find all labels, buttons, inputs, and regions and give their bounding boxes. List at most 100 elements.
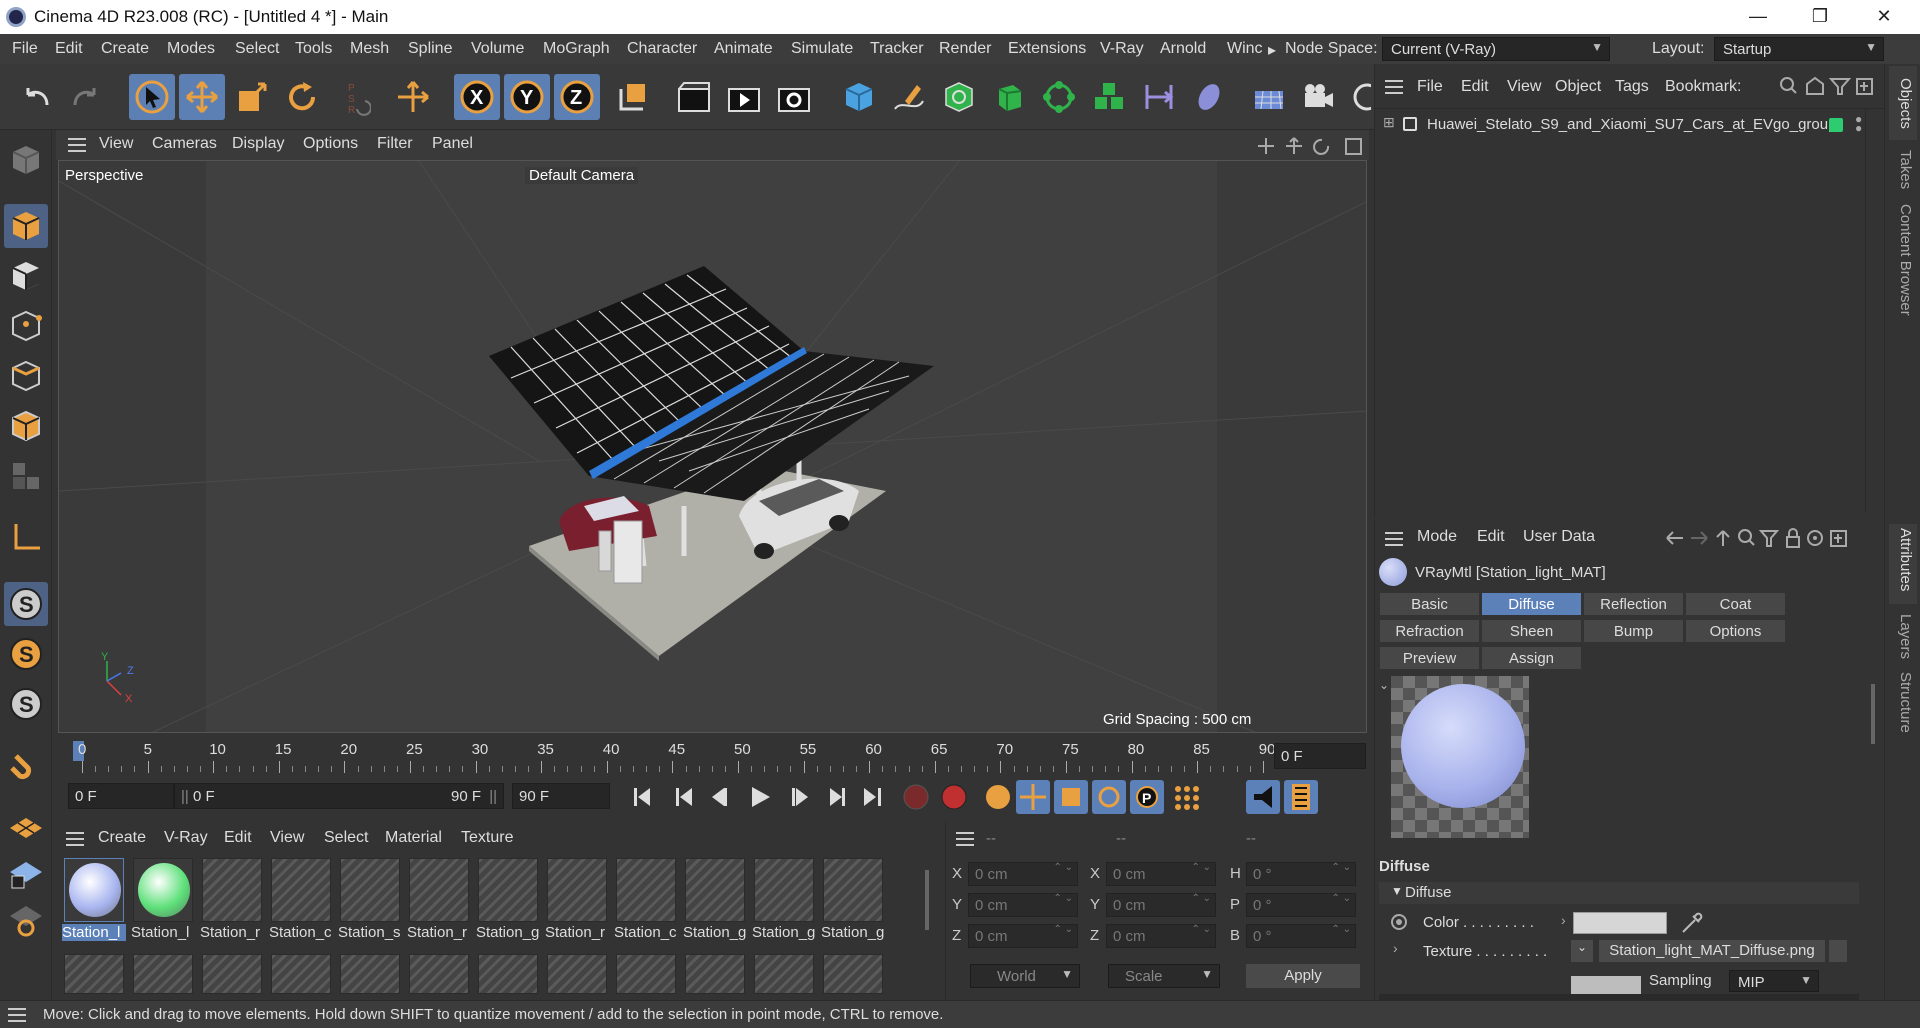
viewport-menu-panel[interactable]: Panel [432, 135, 473, 153]
redo-button[interactable] [62, 74, 108, 120]
expand-icon[interactable]: ⊞ [1383, 114, 1395, 131]
range-handle-left-icon[interactable]: || [181, 788, 189, 805]
coordinate-system-button[interactable] [610, 74, 656, 120]
stepper-arrows-icon[interactable]: ⌃ ⌄ [1053, 863, 1073, 873]
hamburger-menu-icon[interactable] [66, 832, 84, 846]
render-view-button[interactable] [721, 74, 767, 120]
viewport-menu-cameras[interactable]: Cameras [152, 135, 217, 153]
side-tab-attributes[interactable]: Attributes [1897, 528, 1914, 591]
model-mode-button[interactable] [4, 204, 48, 248]
attr-menu-edit[interactable]: Edit [1477, 528, 1505, 546]
menu-window[interactable]: Winc [1227, 40, 1263, 58]
more-tools-button[interactable] [1346, 74, 1374, 120]
side-tab-objects[interactable]: Objects [1897, 78, 1914, 129]
attribute-scrollbar[interactable] [1868, 670, 1878, 760]
menu-animate[interactable]: Animate [714, 40, 773, 58]
mat-menu-select[interactable]: Select [324, 829, 368, 847]
subdivision-surface-button[interactable] [936, 74, 982, 120]
obj-menu-tags[interactable]: Tags [1615, 78, 1649, 96]
material-item[interactable]: Station_r [545, 858, 609, 946]
menu-overflow-arrow-icon[interactable]: ▸ [1268, 40, 1276, 60]
menu-extensions[interactable]: Extensions [1008, 40, 1086, 58]
viewport-navigation-icons[interactable] [1256, 136, 1366, 156]
collapse-chevron-icon[interactable]: ⌄ [1379, 678, 1389, 692]
solo-button[interactable]: S [4, 682, 48, 726]
lock-y-axis-button[interactable]: Y [504, 74, 550, 120]
apply-button[interactable]: Apply [1246, 964, 1360, 988]
attr-menu-mode[interactable]: Mode [1417, 528, 1457, 546]
coord-value-field[interactable]: 0 ° ⌃ ⌄ [1246, 862, 1356, 886]
render-settings-button[interactable] [771, 74, 817, 120]
viewport-menu-filter[interactable]: Filter [377, 135, 413, 153]
menu-select[interactable]: Select [235, 40, 279, 58]
material-item[interactable]: Station_l [131, 858, 195, 946]
hamburger-menu-icon[interactable] [68, 138, 86, 152]
material-scrollbar[interactable] [922, 860, 932, 990]
timeline-ruler[interactable]: 0 5 10 15 20 25 30 35 40 45 50 55 60 65 70 75 80 85 90 0 F [56, 733, 1369, 775]
cube-object-button[interactable] [836, 74, 882, 120]
current-frame-field[interactable]: 0 F [1274, 743, 1366, 769]
object-manager-toolbar-icons[interactable] [1779, 76, 1879, 98]
tab-refraction[interactable]: Refraction [1379, 619, 1480, 643]
material-slot-empty[interactable] [200, 954, 264, 994]
stepper-arrows-icon[interactable]: ⌃ ⌄ [1331, 925, 1351, 935]
tab-diffuse[interactable]: Diffuse [1481, 592, 1582, 616]
start-frame-field[interactable]: 0 F [68, 783, 174, 809]
material-item[interactable]: Station_r [200, 858, 264, 946]
menu-mograph[interactable]: MoGraph [543, 40, 610, 58]
mat-menu-view[interactable]: View [270, 829, 304, 847]
coord-value-field[interactable]: 0 cm ⌃ ⌄ [1106, 924, 1216, 948]
material-slot-empty[interactable] [269, 954, 333, 994]
attr-menu-user-data[interactable]: User Data [1523, 528, 1595, 546]
node-space-dropdown[interactable]: Current (V-Ray) ▼ [1382, 37, 1610, 61]
obj-menu-object[interactable]: Object [1555, 78, 1601, 96]
viewport-menu-options[interactable]: Options [303, 135, 358, 153]
workplane-snap-button[interactable]: S [4, 632, 48, 676]
material-item[interactable]: Station_l [62, 858, 126, 946]
menu-spline[interactable]: Spline [408, 40, 452, 58]
texture-extra-button[interactable] [1829, 940, 1847, 962]
obj-menu-file[interactable]: File [1417, 78, 1443, 96]
close-button[interactable]: ✕ [1864, 2, 1904, 30]
obj-menu-bookmarks[interactable]: Bookmark: [1665, 78, 1741, 96]
layout-dropdown[interactable]: Startup ▼ [1714, 37, 1884, 61]
mat-menu-material[interactable]: Material [385, 829, 442, 847]
mat-menu-texture[interactable]: Texture [461, 829, 513, 847]
diffuse-group-header[interactable]: ▼ Diffuse [1379, 882, 1859, 904]
tab-bump[interactable]: Bump [1583, 619, 1684, 643]
world-axis-button[interactable] [390, 74, 436, 120]
make-editable-button[interactable] [4, 138, 48, 182]
menu-character[interactable]: Character [627, 40, 697, 58]
texture-file-button[interactable]: Station_light_MAT_Diffuse.png [1599, 940, 1825, 962]
range-handle-right-icon[interactable]: || [489, 788, 497, 805]
light-object-button[interactable] [1186, 74, 1232, 120]
tab-assign[interactable]: Assign [1481, 646, 1582, 670]
coord-value-field[interactable]: 0 ° ⌃ ⌄ [1246, 893, 1356, 917]
stepper-arrows-icon[interactable]: ⌃ ⌄ [1053, 894, 1073, 904]
render-region-button[interactable] [671, 74, 717, 120]
obj-menu-view[interactable]: View [1507, 78, 1541, 96]
side-tab-layers[interactable]: Layers [1897, 614, 1914, 659]
workplane-rotate-button[interactable] [4, 898, 48, 942]
hamburger-menu-icon[interactable] [8, 1008, 26, 1022]
side-tab-content-browser[interactable]: Content Browser [1897, 204, 1914, 316]
minimize-button[interactable]: — [1738, 2, 1778, 30]
hamburger-menu-icon[interactable] [1385, 80, 1403, 94]
axis-mode-button[interactable] [4, 516, 48, 560]
stepper-arrows-icon[interactable]: ⌃ ⌄ [1191, 925, 1211, 935]
tab-preview-settings[interactable]: Preview Settings [1379, 646, 1480, 691]
polygons-mode-button[interactable] [4, 404, 48, 448]
camera-object-button[interactable] [1296, 74, 1342, 120]
stepper-arrows-icon[interactable]: ⌃ ⌄ [1191, 894, 1211, 904]
lock-z-axis-button[interactable]: Z [554, 74, 600, 120]
world-dropdown[interactable]: World ▼ [970, 964, 1080, 988]
mat-menu-vray[interactable]: V-Ray [164, 829, 208, 847]
layer-color-tag[interactable] [1829, 118, 1843, 132]
chevron-right-icon[interactable]: › [1561, 912, 1566, 928]
material-item[interactable]: Station_c [614, 858, 678, 946]
menu-create[interactable]: Create [101, 40, 149, 58]
chevron-right-icon[interactable]: › [1393, 940, 1398, 956]
menu-arnold[interactable]: Arnold [1160, 40, 1206, 58]
coord-value-field[interactable]: 0 cm ⌃ ⌄ [1106, 862, 1216, 886]
material-item[interactable]: Station_r [407, 858, 471, 946]
